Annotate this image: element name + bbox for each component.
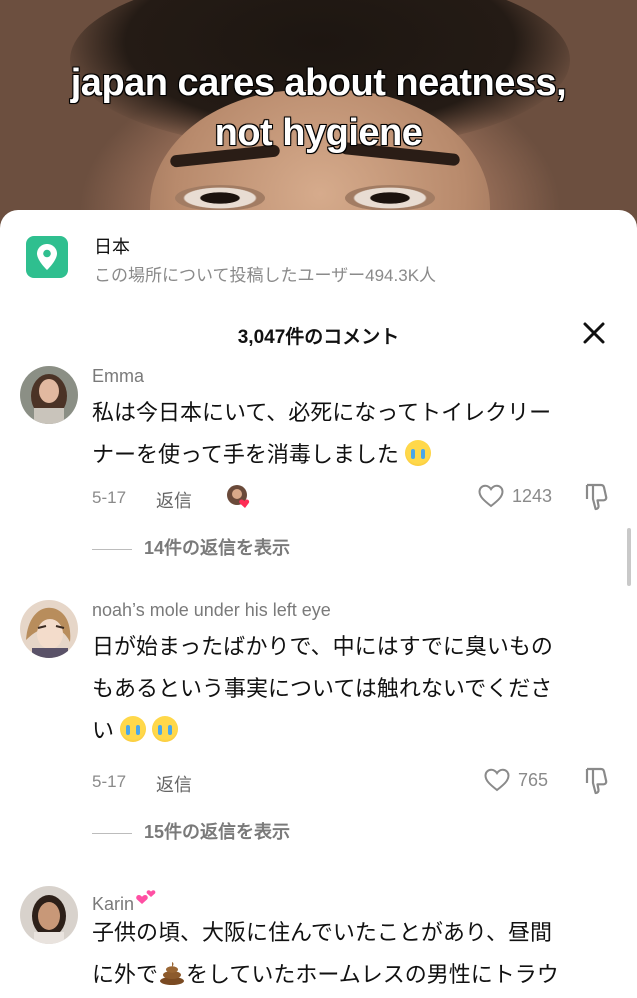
dislike-button[interactable] (584, 766, 610, 796)
comment-text-line: 日が始まったばかりで、中にはすでに臭いもの (92, 634, 553, 659)
close-icon (583, 322, 605, 344)
comment-text-line: 私は今日本にいて、必死になってトイレクリー (92, 400, 552, 425)
comment-count: 3,047件のコメント (237, 327, 400, 348)
reply-button[interactable]: 返信 (156, 487, 192, 513)
view-replies-label: 14件の返信を表示 (144, 538, 291, 558)
view-replies-button[interactable]: 14件の返信を表示 (92, 534, 290, 560)
like-count: 1243 (512, 486, 553, 506)
comments-sheet: 日本 この場所について投稿したユーザー494.3K人 3,047件のコメント E… (0, 210, 637, 998)
heart-icon (478, 484, 504, 508)
thumbs-down-icon (585, 767, 608, 795)
divider (92, 832, 132, 834)
two-hearts-icon (136, 890, 156, 904)
comments-header: 3,047件のコメント (0, 318, 637, 348)
comment-text-line-wrap: い (92, 710, 614, 752)
video-eye-right (345, 185, 435, 211)
video-eye-left (175, 185, 265, 211)
creator-liked-icon (226, 484, 252, 510)
comment-meta: 5-17 返信 1243 (92, 483, 620, 514)
video-caption-line-2: not hygiene (214, 111, 424, 155)
divider (92, 548, 132, 550)
comment-meta: 5-17 返信 765 (92, 767, 620, 798)
view-replies-label: 15件の返信を表示 (144, 822, 291, 842)
comment-text: 子供の頃、大阪に住んでいたことがあり、昼間 に外で をしていたホームレスの男性に… (92, 912, 614, 996)
comment-text-line: をしていたホームレスの男性にトラウ (186, 962, 559, 987)
scrollbar[interactable] (627, 528, 631, 586)
comment-username-text: Karin (92, 894, 135, 914)
map-pin-icon (26, 236, 68, 278)
comment-text-line: 子供の頃、大阪に住んでいたことがあり、昼間 (92, 920, 553, 945)
avatar[interactable] (20, 886, 78, 944)
comment-text-line: に外で (92, 962, 159, 987)
location-banner[interactable]: 日本 この場所について投稿したユーザー494.3K人 (26, 232, 616, 285)
thumbs-down-icon (585, 483, 608, 511)
comment-date: 5-17 (92, 488, 127, 507)
comment-text: 日が始まったばかりで、中にはすでに臭いもの もあるという事実については触れないで… (92, 626, 614, 752)
comment-username[interactable]: noah’s mole under his left eye (92, 600, 331, 621)
location-subtitle: この場所について投稿したユーザー494.3K人 (94, 266, 437, 285)
comment-item: noah’s mole under his left eye 日が始まったばかり… (20, 600, 620, 842)
comment-text: 私は今日本にいて、必死になってトイレクリー ナーを使って手を消毒しました (92, 392, 614, 476)
comment-username[interactable]: Karin (92, 886, 158, 915)
video-background[interactable]: japan cares about neatness, not hygiene (0, 0, 637, 240)
like-count: 765 (518, 770, 549, 790)
comment-text-line: ナーを使って手を消毒しました (92, 442, 399, 467)
crying-emoji-icon (405, 440, 432, 466)
view-replies-button[interactable]: 15件の返信を表示 (92, 818, 290, 844)
location-title: 日本 (94, 237, 130, 257)
comment-text-line-wrap: ナーを使って手を消毒しました (92, 434, 614, 476)
comment-text-line: い (92, 718, 115, 743)
comment-text-line-wrap: に外で をしていたホームレスの男性にトラウ (92, 954, 614, 996)
close-button[interactable] (581, 320, 607, 346)
comment-date: 5-17 (92, 772, 127, 791)
comment-text-line: もあるという事実については触れないでくださ (92, 676, 553, 701)
crying-emoji-icon (120, 716, 147, 742)
heart-icon (484, 768, 510, 792)
video-caption-line-1: japan cares about neatness, (70, 61, 567, 105)
poop-emoji-icon (160, 962, 185, 985)
reply-button[interactable]: 返信 (156, 771, 192, 797)
comment-username[interactable]: Emma (92, 366, 144, 387)
crying-emoji-icon (152, 716, 179, 742)
comment-item: Karin 子供の頃、大阪に住んでいたことがあり、昼間 に外で をしていたホーム… (20, 886, 620, 998)
avatar[interactable] (20, 366, 78, 424)
dislike-button[interactable] (584, 482, 610, 512)
avatar[interactable] (20, 600, 78, 658)
comment-item: Emma 私は今日本にいて、必死になってトイレクリー ナーを使って手を消毒しまし… (20, 366, 620, 566)
